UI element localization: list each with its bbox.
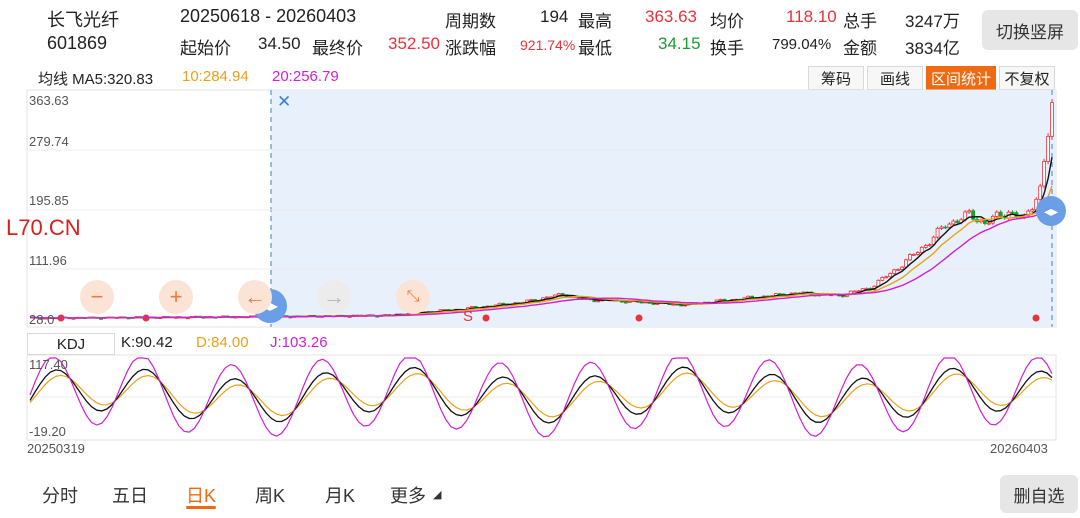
candle-body <box>880 277 885 281</box>
candle-body <box>884 276 889 279</box>
x-axis-end: 20260403 <box>990 441 1048 456</box>
candle-body <box>994 211 999 217</box>
candle-body <box>983 219 987 224</box>
candle-body <box>896 269 901 271</box>
candle-body <box>623 301 628 304</box>
y-tick-5: 28.0 <box>29 312 55 327</box>
watermark: L70.CN <box>6 215 81 240</box>
more-dropdown-icon: ◢ <box>433 489 442 501</box>
candle-body <box>556 293 561 296</box>
x-axis-start: 20250319 <box>27 441 85 456</box>
candle-body <box>1038 185 1043 200</box>
zoom-out-button[interactable]: − <box>80 280 114 314</box>
selected-range <box>271 90 1056 327</box>
zoom-in-button[interactable]: + <box>159 280 193 314</box>
candle-body <box>529 299 534 301</box>
candle-body <box>915 252 920 255</box>
candle-body <box>955 220 960 223</box>
candle-body <box>892 269 897 274</box>
sell-marker: S <box>463 308 474 325</box>
candle-body <box>864 287 869 290</box>
candle-body <box>939 226 944 229</box>
candle-body <box>971 210 975 220</box>
active-tab-indicator <box>186 506 216 509</box>
candle-body <box>943 226 948 229</box>
range-end-handle[interactable]: ◂▸ <box>1036 196 1066 226</box>
tab-five-day[interactable]: 五日 <box>112 482 148 508</box>
tab-more[interactable]: 更多 <box>390 482 426 508</box>
candle-body <box>967 210 972 213</box>
kdj-y-top: 117.40 <box>29 357 68 372</box>
candle-body <box>998 211 1003 217</box>
candle-body <box>560 293 565 296</box>
kdj-indicator-button[interactable]: KDJ <box>27 333 115 355</box>
candle-body <box>888 273 893 278</box>
candle-body <box>750 295 755 298</box>
pan-left-button[interactable]: ← <box>238 280 272 314</box>
candle-body <box>1050 102 1054 137</box>
kdj-j-value: J:103.26 <box>270 334 328 351</box>
candle-body <box>596 300 601 303</box>
candle-body <box>947 223 952 228</box>
candle-body <box>951 220 956 225</box>
candle-body <box>473 306 478 308</box>
candle-body <box>919 246 924 253</box>
reset-zoom-button[interactable]: ⤡ <box>396 280 430 314</box>
candle-body <box>911 253 916 256</box>
candle-body <box>501 302 506 305</box>
kdj-d-value: D:84.00 <box>196 334 249 351</box>
y-tick-1: 363.63 <box>29 93 69 108</box>
remove-watchlist-button[interactable]: 删自选 <box>1000 475 1078 513</box>
candle-body <box>718 298 723 301</box>
candle-body <box>900 266 904 270</box>
kdj-y-bottom: -19.20 <box>29 424 66 439</box>
candle-body <box>746 295 751 299</box>
signal-dot <box>482 314 490 322</box>
signal-dot <box>635 314 643 322</box>
tab-daily-k[interactable]: 日K <box>186 482 216 508</box>
candle-body <box>840 295 845 298</box>
candle-body <box>777 293 782 296</box>
kdj-k-value: K:90.42 <box>121 334 173 351</box>
kline-chart[interactable] <box>0 0 1080 518</box>
candle-body <box>923 244 928 248</box>
candle-body <box>671 303 676 306</box>
pan-right-button[interactable]: → <box>317 280 351 314</box>
y-tick-3: 195.85 <box>29 193 69 208</box>
candle-body <box>545 296 549 299</box>
candle-body <box>927 244 932 247</box>
candle-body <box>908 254 912 261</box>
close-selection-icon[interactable]: ✕ <box>277 92 291 112</box>
y-tick-4: 111.96 <box>29 253 67 268</box>
candle-body <box>1042 161 1047 187</box>
candle-body <box>1030 209 1035 212</box>
signal-dot <box>1032 314 1040 322</box>
y-tick-2: 279.74 <box>29 134 69 149</box>
tab-monthly-k[interactable]: 月K <box>325 482 355 508</box>
candle-body <box>986 222 991 225</box>
candle-body <box>1046 135 1050 162</box>
tab-intraday[interactable]: 分时 <box>42 482 78 508</box>
tab-weekly-k[interactable]: 周K <box>255 482 285 508</box>
candle-body <box>852 290 857 293</box>
candle-body <box>1010 211 1015 214</box>
candle-body <box>935 227 940 238</box>
